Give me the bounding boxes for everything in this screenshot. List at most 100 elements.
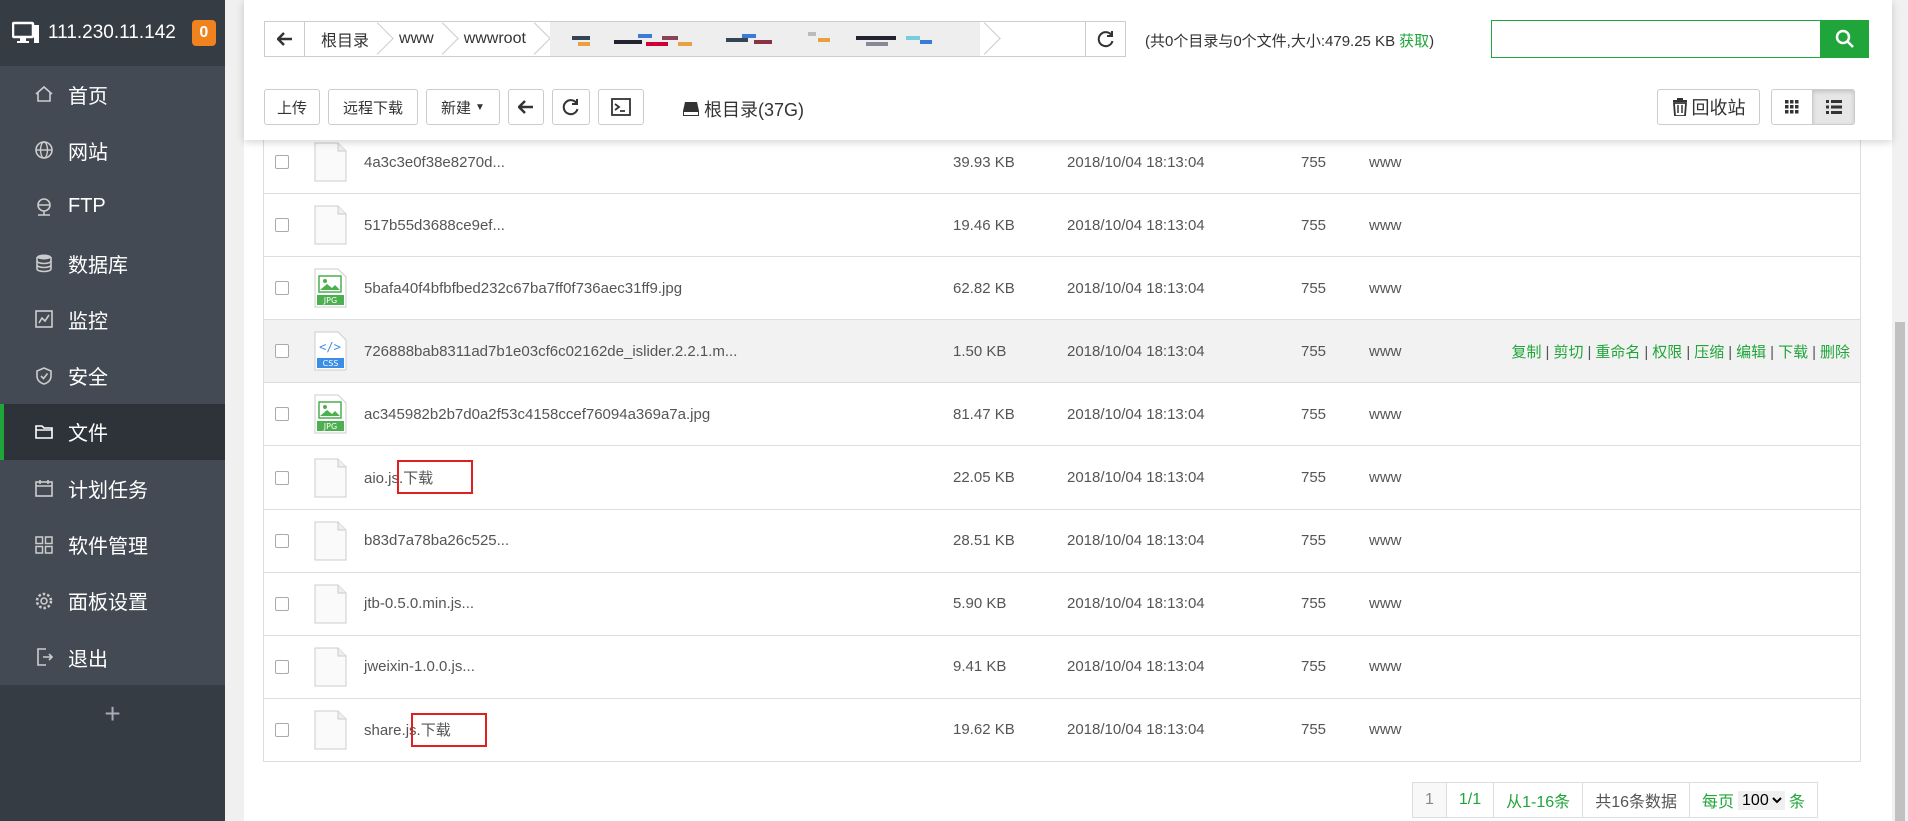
action-separator: | bbox=[1728, 343, 1733, 361]
sidebar-item-label: 网站 bbox=[68, 141, 108, 164]
row-action[interactable]: 编辑 bbox=[1736, 344, 1766, 361]
file-size: 5.90 KB bbox=[953, 595, 1007, 613]
file-permission[interactable]: 755 bbox=[1301, 658, 1326, 675]
per-page-label: 每页 bbox=[1702, 794, 1735, 811]
file-date: 2018/10/04 18:13:04 bbox=[1067, 469, 1205, 487]
row-action[interactable]: 剪切 bbox=[1553, 344, 1583, 361]
crumb-root[interactable]: 根目录 bbox=[305, 22, 383, 56]
search-button[interactable] bbox=[1821, 20, 1869, 58]
row-action[interactable]: 压缩 bbox=[1694, 344, 1724, 361]
file-icon bbox=[314, 205, 347, 245]
sidebar-item-3[interactable]: 数据库 bbox=[0, 235, 225, 291]
row-checkbox[interactable] bbox=[275, 344, 289, 359]
file-row[interactable]: jtb-0.5.0.min.js... 5.90 KB 2018/10/04 18:… bbox=[264, 571, 1860, 635]
file-permission[interactable]: 755 bbox=[1301, 595, 1326, 612]
sidebar-item-5[interactable]: 安全 bbox=[0, 347, 225, 403]
get-size-link[interactable]: 获取 bbox=[1399, 33, 1429, 50]
search-input[interactable] bbox=[1491, 20, 1821, 58]
row-checkbox[interactable] bbox=[275, 722, 289, 737]
row-checkbox[interactable] bbox=[275, 281, 289, 296]
recycle-bin-button[interactable]: 回收站 bbox=[1657, 89, 1760, 125]
crumb-www[interactable]: www bbox=[383, 22, 448, 56]
file-owner: www bbox=[1369, 153, 1402, 171]
file-name[interactable]: jtb-0.5.0.min.js... bbox=[364, 595, 474, 612]
file-row[interactable]: </> CSS 726888bab8311ad7b1e03cf6c02162de_i… bbox=[264, 319, 1860, 383]
file-permission[interactable]: 755 bbox=[1301, 406, 1326, 423]
file-size: 1.50 KB bbox=[953, 342, 1007, 360]
dir-info-close: ) bbox=[1429, 33, 1435, 50]
file-owner: www bbox=[1369, 342, 1402, 360]
row-checkbox[interactable] bbox=[275, 596, 289, 611]
file-row[interactable]: JPG 5bafa40f4bfbfbed232c67ba7ff0f736aec31… bbox=[264, 256, 1860, 319]
refresh-button[interactable] bbox=[552, 89, 590, 125]
file-row[interactable]: JPG ac345982b2b7d0a2f53c4158ccef76094a369… bbox=[264, 382, 1860, 445]
sidebar-item-1[interactable]: 网站 bbox=[0, 122, 225, 178]
scrollbar-thumb[interactable] bbox=[1895, 322, 1905, 821]
add-shortcut-button[interactable]: + bbox=[0, 685, 225, 743]
message-badge[interactable]: 0 bbox=[191, 20, 216, 46]
page-scrollbar[interactable] bbox=[1892, 0, 1908, 821]
row-action[interactable]: 删除 bbox=[1820, 344, 1850, 361]
sidebar-item-6[interactable]: 文件 bbox=[0, 403, 225, 461]
file-owner: www bbox=[1369, 595, 1402, 613]
file-permission[interactable]: 755 bbox=[1301, 154, 1326, 171]
file-name[interactable]: b83d7a78ba26c525... bbox=[364, 532, 509, 549]
upload-button[interactable]: 上传 bbox=[264, 89, 320, 125]
new-dropdown-button[interactable]: 新建 ▼ bbox=[426, 89, 500, 125]
file-permission[interactable]: 755 bbox=[1301, 280, 1326, 297]
globe-icon bbox=[34, 140, 54, 160]
file-date: 2018/10/04 18:13:04 bbox=[1067, 279, 1205, 297]
row-action[interactable]: 下载 bbox=[1778, 344, 1808, 361]
caret-down-icon: ▼ bbox=[475, 101, 485, 113]
sidebar-item-9[interactable]: 面板设置 bbox=[0, 573, 225, 629]
file-row[interactable]: jweixin-1.0.0.js... 9.41 KB 2018/10/04 18:… bbox=[264, 634, 1860, 698]
row-checkbox[interactable] bbox=[275, 659, 289, 674]
database-icon bbox=[34, 253, 54, 273]
sidebar-item-0[interactable]: 首页 bbox=[0, 66, 225, 122]
monitor-icon bbox=[12, 21, 39, 43]
row-checkbox[interactable] bbox=[275, 155, 289, 170]
sidebar-item-8[interactable]: 软件管理 bbox=[0, 516, 225, 572]
file-name[interactable]: 517b55d3688ce9ef... bbox=[364, 217, 505, 234]
row-checkbox[interactable] bbox=[275, 470, 289, 485]
file-name[interactable]: 4a3c3e0f38e8270d... bbox=[364, 154, 505, 171]
sidebar-item-10[interactable]: 退出 bbox=[0, 629, 225, 685]
file-permission[interactable]: 755 bbox=[1301, 721, 1326, 738]
sidebar-item-2[interactable]: FTP bbox=[0, 179, 225, 235]
row-checkbox[interactable] bbox=[275, 533, 289, 548]
file-name[interactable]: 726888bab8311ad7b1e03cf6c02162de_islider… bbox=[364, 343, 737, 360]
row-checkbox[interactable] bbox=[275, 218, 289, 233]
file-name[interactable]: ac345982b2b7d0a2f53c4158ccef76094a369a7a… bbox=[364, 406, 710, 423]
crumb-wwwroot[interactable]: wwwroot bbox=[448, 22, 540, 56]
file-row[interactable]: share.js.下载 19.62 KB 2018/10/04 18:13:04 75… bbox=[264, 697, 1860, 761]
page-current[interactable]: 1 bbox=[1413, 783, 1447, 817]
sidebar-item-label: FTP bbox=[68, 195, 106, 218]
terminal-button[interactable] bbox=[598, 89, 644, 125]
file-row[interactable]: b83d7a78ba26c525... 28.51 KB 2018/10/04 18… bbox=[264, 508, 1860, 572]
path-back-button[interactable] bbox=[265, 22, 305, 56]
file-row[interactable]: aio.js.下载 22.05 KB 2018/10/04 18:13:04 755 w… bbox=[264, 445, 1860, 508]
list-view-button[interactable] bbox=[1812, 89, 1855, 125]
sidebar-item-4[interactable]: 监控 bbox=[0, 291, 225, 347]
shield-icon bbox=[34, 366, 54, 386]
file-permission[interactable]: 755 bbox=[1301, 217, 1326, 234]
file-name[interactable]: jweixin-1.0.0.js... bbox=[364, 658, 475, 675]
row-checkbox[interactable] bbox=[275, 407, 289, 422]
row-action[interactable]: 复制 bbox=[1512, 344, 1542, 361]
file-date: 2018/10/04 18:13:04 bbox=[1067, 342, 1205, 360]
sidebar-item-7[interactable]: 计划任务 bbox=[0, 460, 225, 516]
arrow-left-icon bbox=[276, 32, 292, 46]
per-page-select[interactable]: 100 bbox=[1738, 790, 1786, 810]
row-action[interactable]: 权限 bbox=[1652, 344, 1682, 361]
file-permission[interactable]: 755 bbox=[1301, 532, 1326, 549]
row-action[interactable]: 重命名 bbox=[1595, 344, 1640, 361]
file-permission[interactable]: 755 bbox=[1301, 343, 1326, 360]
remote-download-button[interactable]: 远程下载 bbox=[328, 89, 418, 125]
grid-view-button[interactable] bbox=[1771, 89, 1813, 125]
back-button[interactable] bbox=[508, 89, 544, 125]
file-row[interactable]: 517b55d3688ce9ef... 19.46 KB 2018/10/04 18… bbox=[264, 193, 1860, 256]
file-name[interactable]: 5bafa40f4bfbfbed232c67ba7ff0f736aec31ff9… bbox=[364, 280, 682, 297]
path-refresh-button[interactable] bbox=[1085, 22, 1125, 56]
svg-text:</>: </> bbox=[319, 340, 341, 354]
file-permission[interactable]: 755 bbox=[1301, 469, 1326, 486]
